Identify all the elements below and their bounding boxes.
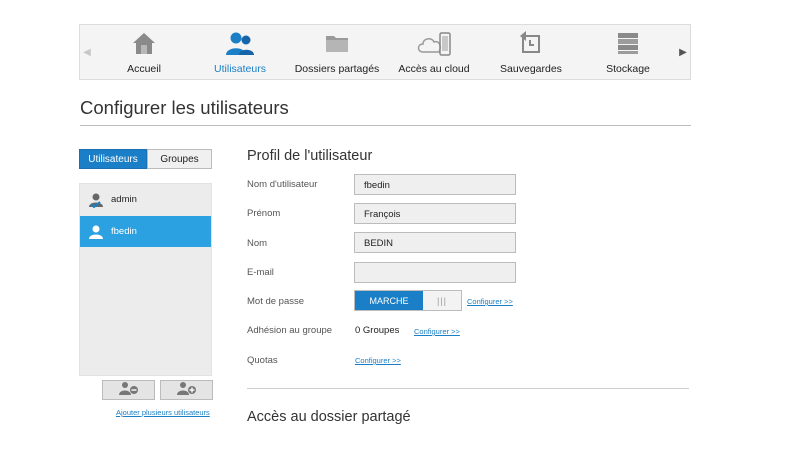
nav-item-storage[interactable]: Stockage — [578, 27, 678, 77]
remove-user-button[interactable] — [102, 380, 155, 400]
title-divider — [80, 125, 691, 126]
quotas-label: Quotas — [247, 355, 278, 366]
storage-icon — [615, 30, 641, 61]
user-name: admin — [111, 194, 137, 205]
user-icon — [88, 224, 104, 245]
group-configure-link[interactable]: Configurer >> — [414, 327, 460, 336]
user-add-icon — [176, 381, 198, 400]
nav-item-cloud-access[interactable]: Accès au cloud — [384, 27, 484, 77]
nav-item-home[interactable]: Accueil — [94, 27, 194, 77]
nav-item-label: Dossiers partagés — [294, 63, 380, 75]
shared-folder-access-title: Accès au dossier partagé — [247, 409, 411, 425]
home-icon — [131, 30, 157, 61]
tab-groups[interactable]: Groupes — [147, 149, 212, 169]
firstname-field[interactable]: François — [354, 203, 516, 224]
nav-scroll-right-icon[interactable]: ▶ — [676, 25, 690, 79]
group-count: 0 Groupes — [355, 325, 400, 336]
cloud-device-icon — [415, 30, 453, 63]
user-list-item-admin[interactable]: admin — [80, 184, 211, 215]
add-multiple-users-link[interactable]: Ajouter plusieurs utilisateurs — [116, 408, 210, 417]
password-toggle-on-label: MARCHE — [355, 291, 423, 310]
top-navigation-bar: ◀ Accueil Utilisateurs Dossiers partagés… — [79, 24, 691, 80]
user-list-item-fbedin[interactable]: fbedin — [80, 216, 211, 247]
password-label: Mot de passe — [247, 296, 305, 307]
user-list: admin fbedin — [79, 183, 212, 376]
profile-section-title: Profil de l'utilisateur — [247, 148, 373, 164]
users-icon — [225, 30, 255, 61]
nav-item-label: Accueil — [127, 63, 161, 75]
quotas-configure-link[interactable]: Configurer >> — [355, 356, 401, 365]
page-title: Configurer les utilisateurs — [80, 97, 289, 118]
nav-item-label: Stockage — [606, 63, 650, 75]
email-field[interactable] — [354, 262, 516, 283]
email-label: E-mail — [247, 267, 274, 278]
lastname-label: Nom — [247, 238, 268, 249]
lastname-field[interactable]: BEDIN — [354, 232, 516, 253]
password-configure-link[interactable]: Configurer >> — [467, 297, 513, 306]
tab-users[interactable]: Utilisateurs — [79, 149, 147, 169]
admin-user-icon — [88, 192, 104, 213]
username-label: Nom d'utilisateur — [247, 179, 318, 190]
nav-item-label: Utilisateurs — [214, 63, 266, 75]
user-name: fbedin — [111, 226, 137, 237]
toggle-handle-icon[interactable]: ||| — [423, 291, 461, 310]
nav-item-label: Accès au cloud — [398, 63, 470, 75]
firstname-label: Prénom — [247, 208, 281, 219]
folder-icon — [324, 30, 350, 61]
nav-item-backups[interactable]: Sauvegardes — [481, 27, 581, 77]
nav-item-label: Sauvegardes — [500, 63, 562, 75]
section-divider — [247, 388, 689, 389]
nav-item-users[interactable]: Utilisateurs — [190, 27, 290, 77]
backup-icon — [518, 30, 544, 61]
nav-item-shared-folders[interactable]: Dossiers partagés — [287, 27, 387, 77]
add-user-button[interactable] — [160, 380, 213, 400]
group-membership-label: Adhésion au groupe — [247, 325, 333, 336]
username-field[interactable]: fbedin — [354, 174, 516, 195]
user-remove-icon — [118, 381, 140, 400]
password-toggle[interactable]: MARCHE ||| — [354, 290, 462, 311]
nav-scroll-left-icon[interactable]: ◀ — [80, 25, 94, 79]
